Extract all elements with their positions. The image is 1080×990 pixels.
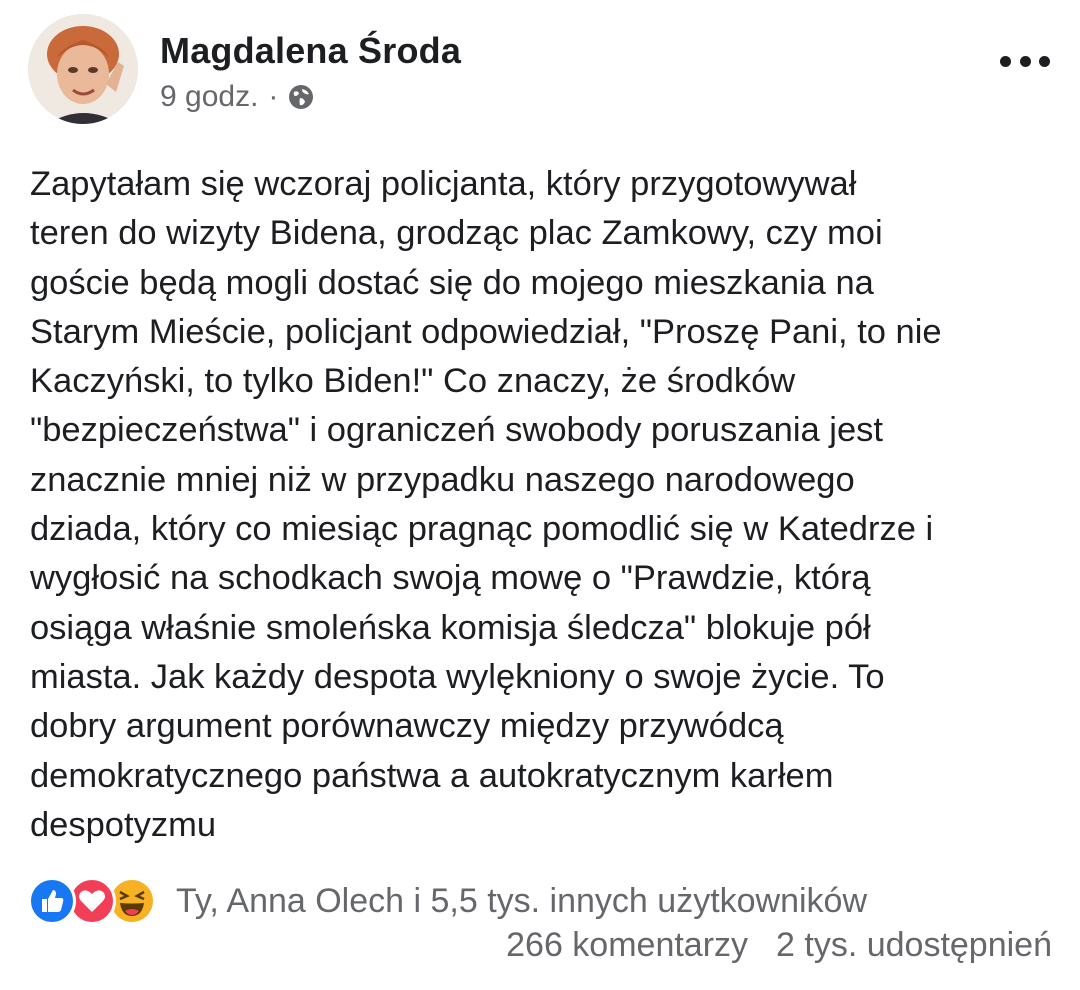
stats-spacer (748, 926, 776, 965)
shares-count[interactable]: 2 tys. udostępnień (776, 926, 1052, 965)
dot (1039, 55, 1050, 67)
post-body-text: Zapytałam się wczoraj policjanta, który … (30, 165, 942, 844)
dot (1019, 55, 1031, 67)
globe-icon[interactable] (288, 84, 314, 110)
more-options-icon[interactable] (1000, 46, 1050, 76)
author-avatar[interactable] (28, 14, 138, 124)
post-timestamp[interactable]: 9 godz. (160, 80, 258, 114)
comments-count[interactable]: 266 komentarzy (506, 926, 748, 965)
meta-separator: · (268, 80, 279, 113)
reactions-bar[interactable]: Ty, Anna Olech i 5,5 tys. innych użytkow… (28, 876, 867, 926)
author-name[interactable]: Magdalena Środa (160, 30, 461, 72)
post-header: Magdalena Środa 9 godz. · (0, 0, 1080, 130)
dot (1000, 55, 1011, 67)
post-meta: 9 godz. · (160, 80, 314, 114)
avatar-portrait (28, 14, 138, 124)
post-stats: 266 komentarzy 2 tys. udostępnień (506, 926, 1052, 965)
reaction-names[interactable]: Ty, Anna Olech i 5,5 tys. innych użytkow… (176, 882, 867, 921)
like-icon (28, 877, 76, 925)
reaction-icons[interactable] (28, 877, 168, 925)
